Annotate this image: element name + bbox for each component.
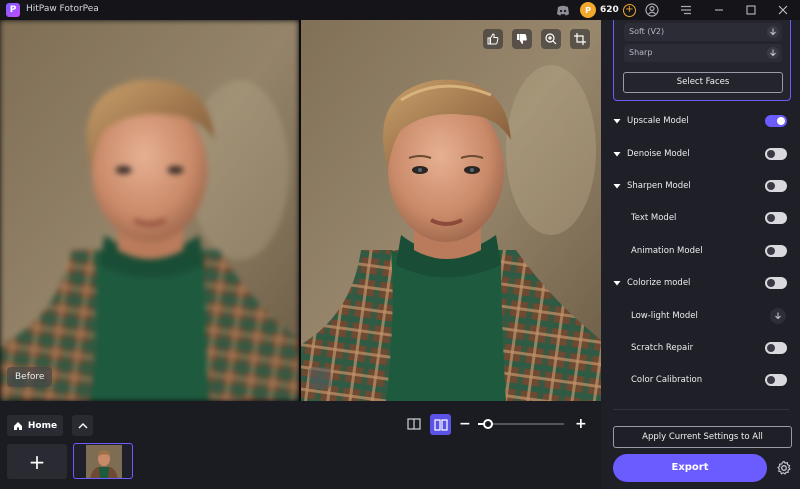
- toggle-switch[interactable]: [765, 212, 787, 224]
- face-option-label: Soft (V2): [629, 27, 665, 36]
- preview-area: Before: [0, 20, 601, 401]
- bottom-bar: Home + − +: [0, 401, 601, 489]
- download-icon[interactable]: [767, 47, 779, 59]
- toggle-knob: [767, 247, 775, 255]
- caret-spacer: [613, 344, 621, 352]
- crop-icon[interactable]: [570, 29, 590, 49]
- model-row-color-calibration[interactable]: Color Calibration: [613, 370, 789, 390]
- model-row-animation-model[interactable]: Animation Model: [613, 241, 789, 261]
- coin-icon: P: [580, 2, 596, 18]
- toggle-knob: [767, 376, 775, 384]
- settings-gear-icon[interactable]: [775, 459, 793, 477]
- home-label: Home: [27, 420, 58, 431]
- model-label: Text Model: [631, 213, 677, 223]
- model-row-denoise-model[interactable]: Denoise Model: [613, 144, 789, 164]
- account-icon[interactable]: [644, 2, 660, 18]
- chevron-up-icon: [78, 422, 87, 428]
- toggle-switch[interactable]: [765, 180, 787, 192]
- download-icon[interactable]: [770, 308, 786, 324]
- select-faces-button[interactable]: Select Faces: [623, 72, 783, 93]
- single-view-icon: [407, 418, 421, 430]
- discord-icon[interactable]: [555, 2, 571, 18]
- split-view-icon: [433, 418, 448, 431]
- zoom-in-icon[interactable]: [541, 29, 561, 49]
- close-icon[interactable]: [775, 2, 791, 18]
- before-photo: [0, 20, 299, 401]
- before-pane: Before: [0, 20, 299, 401]
- caret-spacer: [613, 214, 621, 222]
- toggle-switch[interactable]: [765, 374, 787, 386]
- toggle-knob: [767, 344, 775, 352]
- toggle-switch[interactable]: [765, 277, 787, 289]
- zoom-out-button[interactable]: −: [459, 415, 471, 433]
- model-row-upscale-model[interactable]: Upscale Model: [613, 111, 789, 131]
- thumbs-up-icon[interactable]: [483, 29, 503, 49]
- face-option-soft[interactable]: Soft (V2): [624, 23, 782, 41]
- home-icon: [13, 421, 22, 430]
- caret-spacer: [613, 312, 621, 320]
- toggle-switch[interactable]: [765, 115, 787, 127]
- add-credits-icon[interactable]: +: [622, 3, 636, 17]
- before-badge: Before: [7, 367, 53, 387]
- model-row-sharpen-model[interactable]: Sharpen Model: [613, 176, 789, 196]
- add-image-button[interactable]: +: [7, 444, 67, 479]
- toggle-switch[interactable]: [765, 148, 787, 160]
- export-button[interactable]: Export: [613, 454, 767, 482]
- panel-divider: [613, 409, 789, 410]
- toggle-knob: [767, 182, 775, 190]
- toggle-knob: [767, 279, 775, 287]
- face-model-box: Soft (V2) Sharp Select Faces: [613, 20, 791, 101]
- zoom-slider-handle[interactable]: [483, 419, 494, 429]
- home-button[interactable]: Home: [7, 415, 63, 436]
- app-window: P HitPaw FotorPea P 620 + Before Home + …: [0, 0, 800, 489]
- title-bar: P HitPaw FotorPea P 620 +: [0, 0, 800, 20]
- app-title: HitPaw FotorPea: [26, 4, 99, 14]
- zoom-slider[interactable]: [478, 419, 564, 429]
- caret-down-icon[interactable]: [613, 279, 621, 287]
- caret-spacer: [613, 376, 621, 384]
- model-row-colorize-model[interactable]: Colorize model: [613, 273, 789, 293]
- collapse-thumbnails-button[interactable]: [72, 415, 93, 436]
- toggle-knob: [767, 214, 775, 222]
- apply-to-all-button[interactable]: Apply Current Settings to All: [613, 426, 792, 448]
- credits-display[interactable]: P 620 +: [580, 1, 636, 19]
- face-option-sharp[interactable]: Sharp: [624, 44, 782, 62]
- single-view-button[interactable]: [405, 415, 423, 433]
- menu-icon[interactable]: [678, 2, 694, 18]
- toggle-knob: [767, 150, 775, 158]
- model-label: Sharpen Model: [627, 181, 691, 191]
- thumbnail-image: [86, 445, 122, 478]
- model-label: Color Calibration: [631, 375, 703, 385]
- toggle-switch[interactable]: [765, 245, 787, 257]
- app-logo: P: [6, 3, 20, 17]
- model-label: Animation Model: [631, 246, 703, 256]
- model-label: Scratch Repair: [631, 343, 694, 353]
- download-icon[interactable]: [767, 26, 779, 38]
- caret-down-icon[interactable]: [613, 182, 621, 190]
- thumbs-down-icon[interactable]: [512, 29, 532, 49]
- model-label: Denoise Model: [627, 149, 690, 159]
- after-pane: [301, 20, 601, 401]
- model-label: Low-light Model: [631, 311, 698, 321]
- model-row-scratch-repair[interactable]: Scratch Repair: [613, 338, 789, 358]
- maximize-icon[interactable]: [743, 2, 759, 18]
- caret-down-icon[interactable]: [613, 150, 621, 158]
- caret-down-icon[interactable]: [613, 117, 621, 125]
- after-badge: [309, 367, 331, 389]
- toggle-knob: [777, 117, 785, 125]
- model-label: Upscale Model: [627, 116, 689, 126]
- toggle-switch[interactable]: [765, 342, 787, 354]
- settings-panel: Soft (V2) Sharp Select Faces Upscale Mod…: [601, 20, 800, 489]
- model-label: Colorize model: [627, 278, 691, 288]
- face-option-label: Sharp: [629, 48, 653, 57]
- after-photo: [301, 20, 601, 401]
- model-row-low-light-model[interactable]: Low-light Model: [613, 306, 789, 326]
- image-thumbnail[interactable]: [73, 443, 133, 479]
- minimize-icon[interactable]: [711, 2, 727, 18]
- zoom-in-button[interactable]: +: [575, 415, 587, 433]
- credit-count: 620: [600, 5, 619, 15]
- model-row-text-model[interactable]: Text Model: [613, 208, 789, 228]
- split-view-button[interactable]: [430, 414, 451, 435]
- caret-spacer: [613, 247, 621, 255]
